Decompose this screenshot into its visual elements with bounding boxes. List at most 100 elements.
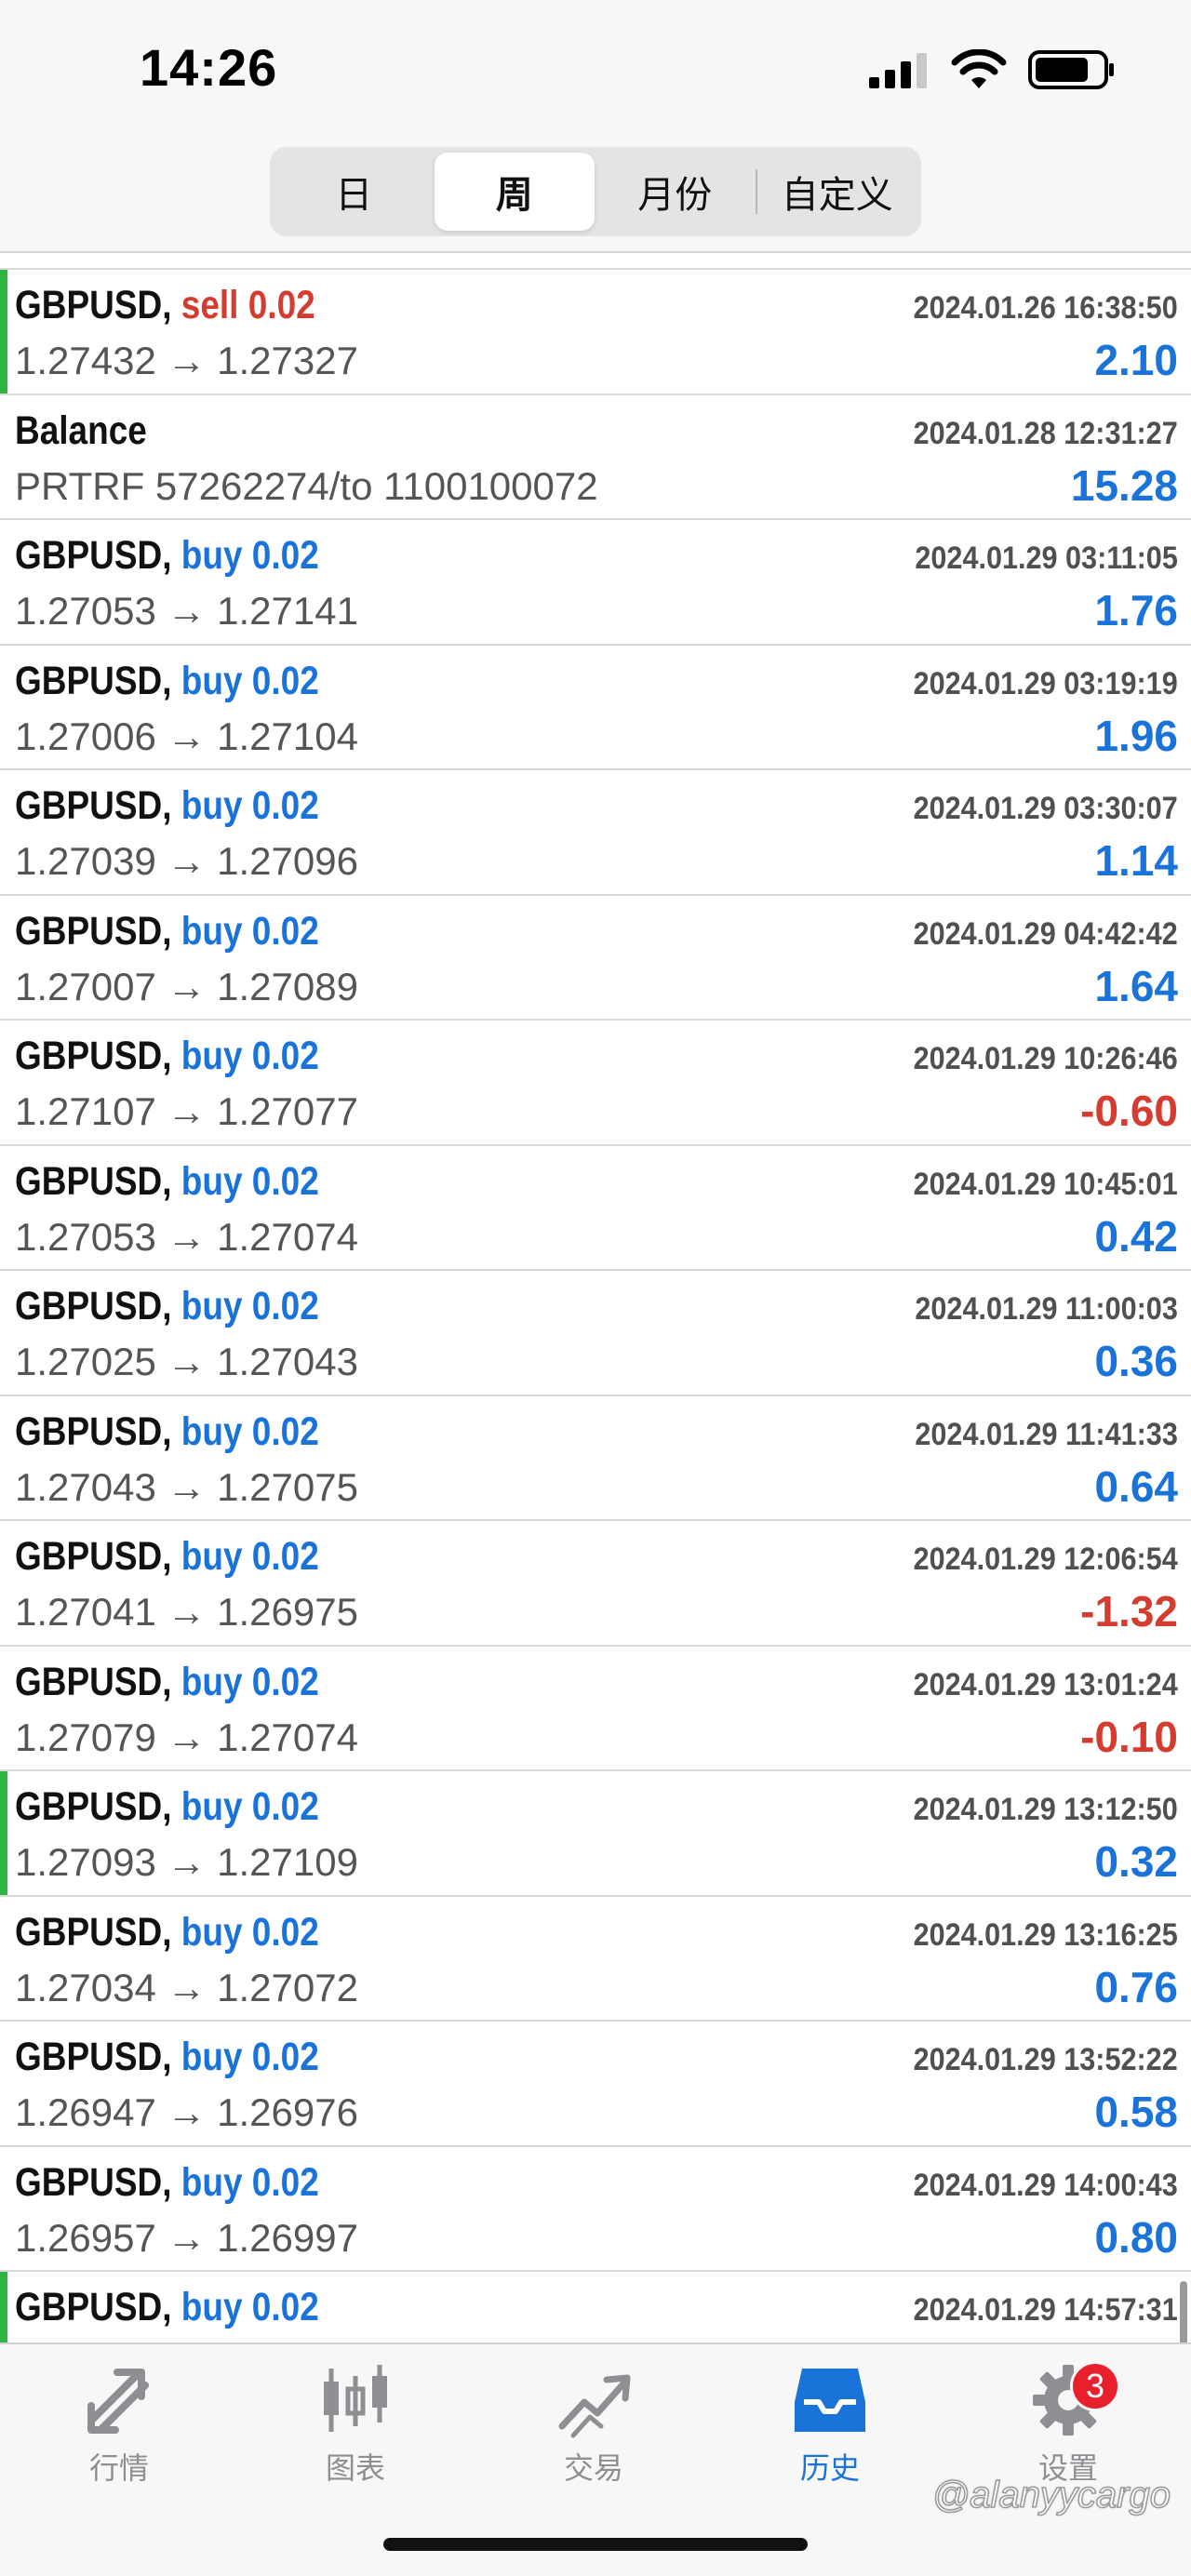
row-profit: 15.28 — [1070, 460, 1178, 510]
row-time: 2024.01.29 13:16:25 — [913, 1916, 1178, 1953]
row-profit: 1.96 — [1094, 711, 1178, 760]
row-title: Balance — [15, 408, 147, 454]
deal-row[interactable]: GBPUSD, buy 0.02 1.27107 → 1.27077 2024.01… — [0, 1021, 1191, 1146]
deal-row[interactable]: GBPUSD, buy 0.02 2024.01.29 14:57:31 — [0, 2272, 1191, 2342]
row-marker — [0, 270, 7, 394]
row-order-type: buy 0.02 — [181, 2159, 319, 2205]
row-time: 2024.01.29 10:45:01 — [913, 1166, 1178, 1202]
row-symbol: GBPUSD, — [15, 1284, 172, 1328]
row-title: GBPUSD, buy 0.02 — [15, 1284, 319, 1329]
row-marker — [0, 2147, 7, 2271]
row-profit: 1.76 — [1094, 586, 1178, 634]
row-marker — [0, 1771, 7, 1895]
tab-label-trade: 交易 — [563, 2451, 623, 2485]
segment-day[interactable]: 日 — [274, 153, 435, 231]
status-time: 14:26 — [140, 38, 278, 97]
tab-label-history: 历史 — [799, 2451, 860, 2485]
row-symbol: GBPUSD, — [15, 1784, 172, 1829]
row-title: GBPUSD, buy 0.02 — [15, 1159, 319, 1205]
tab-history[interactable]: 历史 — [737, 2361, 923, 2501]
deal-row[interactable]: GBPUSD, buy 0.02 1.27039 → 1.27096 2024.01… — [0, 770, 1191, 896]
deal-row[interactable]: GBPUSD, buy 0.02 1.27053 → 1.27074 2024.01… — [0, 1145, 1191, 1271]
deal-row[interactable]: GBPUSD, buy 0.02 1.27079 → 1.27074 2024.01… — [0, 1646, 1191, 1771]
row-profit: 2.10 — [1094, 336, 1178, 384]
row-profit: 1.14 — [1094, 836, 1178, 885]
segment-custom[interactable]: 自定义 — [757, 153, 918, 231]
row-symbol: GBPUSD, — [15, 908, 172, 954]
row-symbol: Balance — [15, 407, 147, 453]
deal-row[interactable]: Balance PRTRF 57262274/to 1100100072 2024.… — [0, 394, 1191, 520]
deal-row[interactable]: GBPUSD, buy 0.02 1.27093 → 1.27109 2024.01… — [0, 1771, 1191, 1897]
row-order-type: buy 0.02 — [181, 533, 319, 578]
cellular-signal-icon — [869, 53, 927, 88]
row-prices: 1.27041 → 1.26975 — [15, 1590, 358, 1634]
row-time: 2024.01.29 03:19:19 — [913, 665, 1178, 701]
status-icons — [867, 48, 1117, 91]
row-symbol: GBPUSD, — [15, 1408, 172, 1454]
row-time: 2024.01.29 03:11:05 — [915, 541, 1178, 576]
row-order-type: buy 0.02 — [181, 1534, 319, 1579]
segment-month[interactable]: 月份 — [595, 153, 756, 231]
trade-icon — [555, 2361, 633, 2439]
row-time: 2024.01.29 11:00:03 — [915, 1291, 1178, 1327]
row-prices: 1.26947 → 1.26976 — [15, 2090, 358, 2134]
row-order-type: buy 0.02 — [181, 1784, 319, 1829]
row-time: 2024.01.26 16:38:50 — [913, 290, 1178, 326]
row-marker — [0, 1897, 7, 2021]
period-selector-bar: 日 周 月份 自定义 — [0, 140, 1191, 253]
row-prices: 1.27053 → 1.27141 — [15, 589, 358, 633]
row-profit: 0.42 — [1094, 1211, 1178, 1261]
deal-row[interactable]: GBPUSD, buy 0.02 1.27034 → 1.27072 2024.01… — [0, 1896, 1191, 2022]
row-time: 2024.01.29 13:01:24 — [913, 1666, 1178, 1702]
deal-row[interactable]: GBPUSD, buy 0.02 1.26957 → 1.26997 2024.01… — [0, 2146, 1191, 2272]
home-indicator[interactable] — [383, 2538, 808, 2551]
wifi-icon — [951, 49, 1007, 88]
row-title: GBPUSD, buy 0.02 — [15, 783, 319, 829]
deal-row[interactable]: GBPUSD, buy 0.02 1.27025 → 1.27043 2024.01… — [0, 1271, 1191, 1396]
row-title: GBPUSD, buy 0.02 — [15, 1910, 319, 1955]
tab-chart[interactable]: 图表 — [262, 2361, 448, 2501]
row-time: 2024.01.29 04:42:42 — [913, 915, 1178, 952]
row-prices: 1.26957 → 1.26997 — [15, 2215, 358, 2260]
row-title: GBPUSD, buy 0.02 — [15, 533, 319, 579]
row-marker — [0, 770, 7, 894]
deal-row[interactable]: GBPUSD, buy 0.02 1.27006 → 1.27104 2024.01… — [0, 645, 1191, 770]
deal-row[interactable]: GBPUSD, buy 0.02 1.27053 → 1.27141 2024.01… — [0, 520, 1191, 646]
deal-row[interactable]: GBPUSD, buy 0.02 1.27041 → 1.26975 2024.01… — [0, 1521, 1191, 1647]
row-marker — [0, 2272, 7, 2342]
row-prices: 1.27043 → 1.27075 — [15, 1464, 358, 1509]
row-order-type: buy 0.02 — [181, 2285, 319, 2329]
row-profit: 0.80 — [1094, 2212, 1178, 2262]
row-order-type: buy 0.02 — [181, 1158, 319, 1204]
row-title: GBPUSD, buy 0.02 — [15, 1660, 319, 1705]
row-symbol: GBPUSD, — [15, 1034, 172, 1078]
row-prices: 1.27039 → 1.27096 — [15, 839, 358, 883]
row-marker — [0, 1021, 7, 1144]
tab-trade[interactable]: 交易 — [501, 2361, 687, 2501]
history-list[interactable]: GBPUSD, sell 0.02 1.27432 → 1.27327 2024.0… — [0, 253, 1191, 2342]
deal-row[interactable]: GBPUSD, sell 0.02 1.27432 → 1.27327 2024.0… — [0, 270, 1191, 395]
deal-row[interactable]: GBPUSD, buy 0.02 1.27043 → 1.27075 2024.01… — [0, 1395, 1191, 1521]
row-symbol: GBPUSD, — [15, 1158, 172, 1204]
scrollbar[interactable] — [1180, 2281, 1187, 2342]
row-symbol: GBPUSD, — [15, 1659, 172, 1704]
row-title: GBPUSD, sell 0.02 — [15, 283, 315, 328]
row-profit: 0.64 — [1094, 1462, 1178, 1511]
row-time: 2024.01.29 13:52:22 — [913, 2042, 1178, 2077]
row-prices: 1.27093 → 1.27109 — [15, 1840, 358, 1884]
row-title: GBPUSD, buy 0.02 — [15, 1409, 319, 1455]
deal-row[interactable]: GBPUSD, buy 0.02 1.26947 → 1.26976 2024.01… — [0, 2022, 1191, 2147]
deal-row[interactable]: GBPUSD, buy 0.02 1.27007 → 1.27089 2024.01… — [0, 895, 1191, 1021]
row-order-type: buy 0.02 — [181, 1659, 319, 1704]
row-symbol: GBPUSD, — [15, 1534, 172, 1579]
row-title: GBPUSD, buy 0.02 — [15, 659, 319, 704]
row-order-type: buy 0.02 — [181, 908, 319, 954]
row-symbol: GBPUSD, — [15, 783, 172, 828]
battery-icon — [1028, 50, 1114, 89]
row-marker — [0, 646, 7, 769]
segment-week[interactable]: 周 — [434, 153, 595, 231]
row-time: 2024.01.28 12:31:27 — [913, 415, 1178, 451]
row-order-type: buy 0.02 — [181, 1284, 319, 1328]
row-marker — [0, 1521, 7, 1645]
tab-quotes[interactable]: 行情 — [26, 2361, 212, 2501]
